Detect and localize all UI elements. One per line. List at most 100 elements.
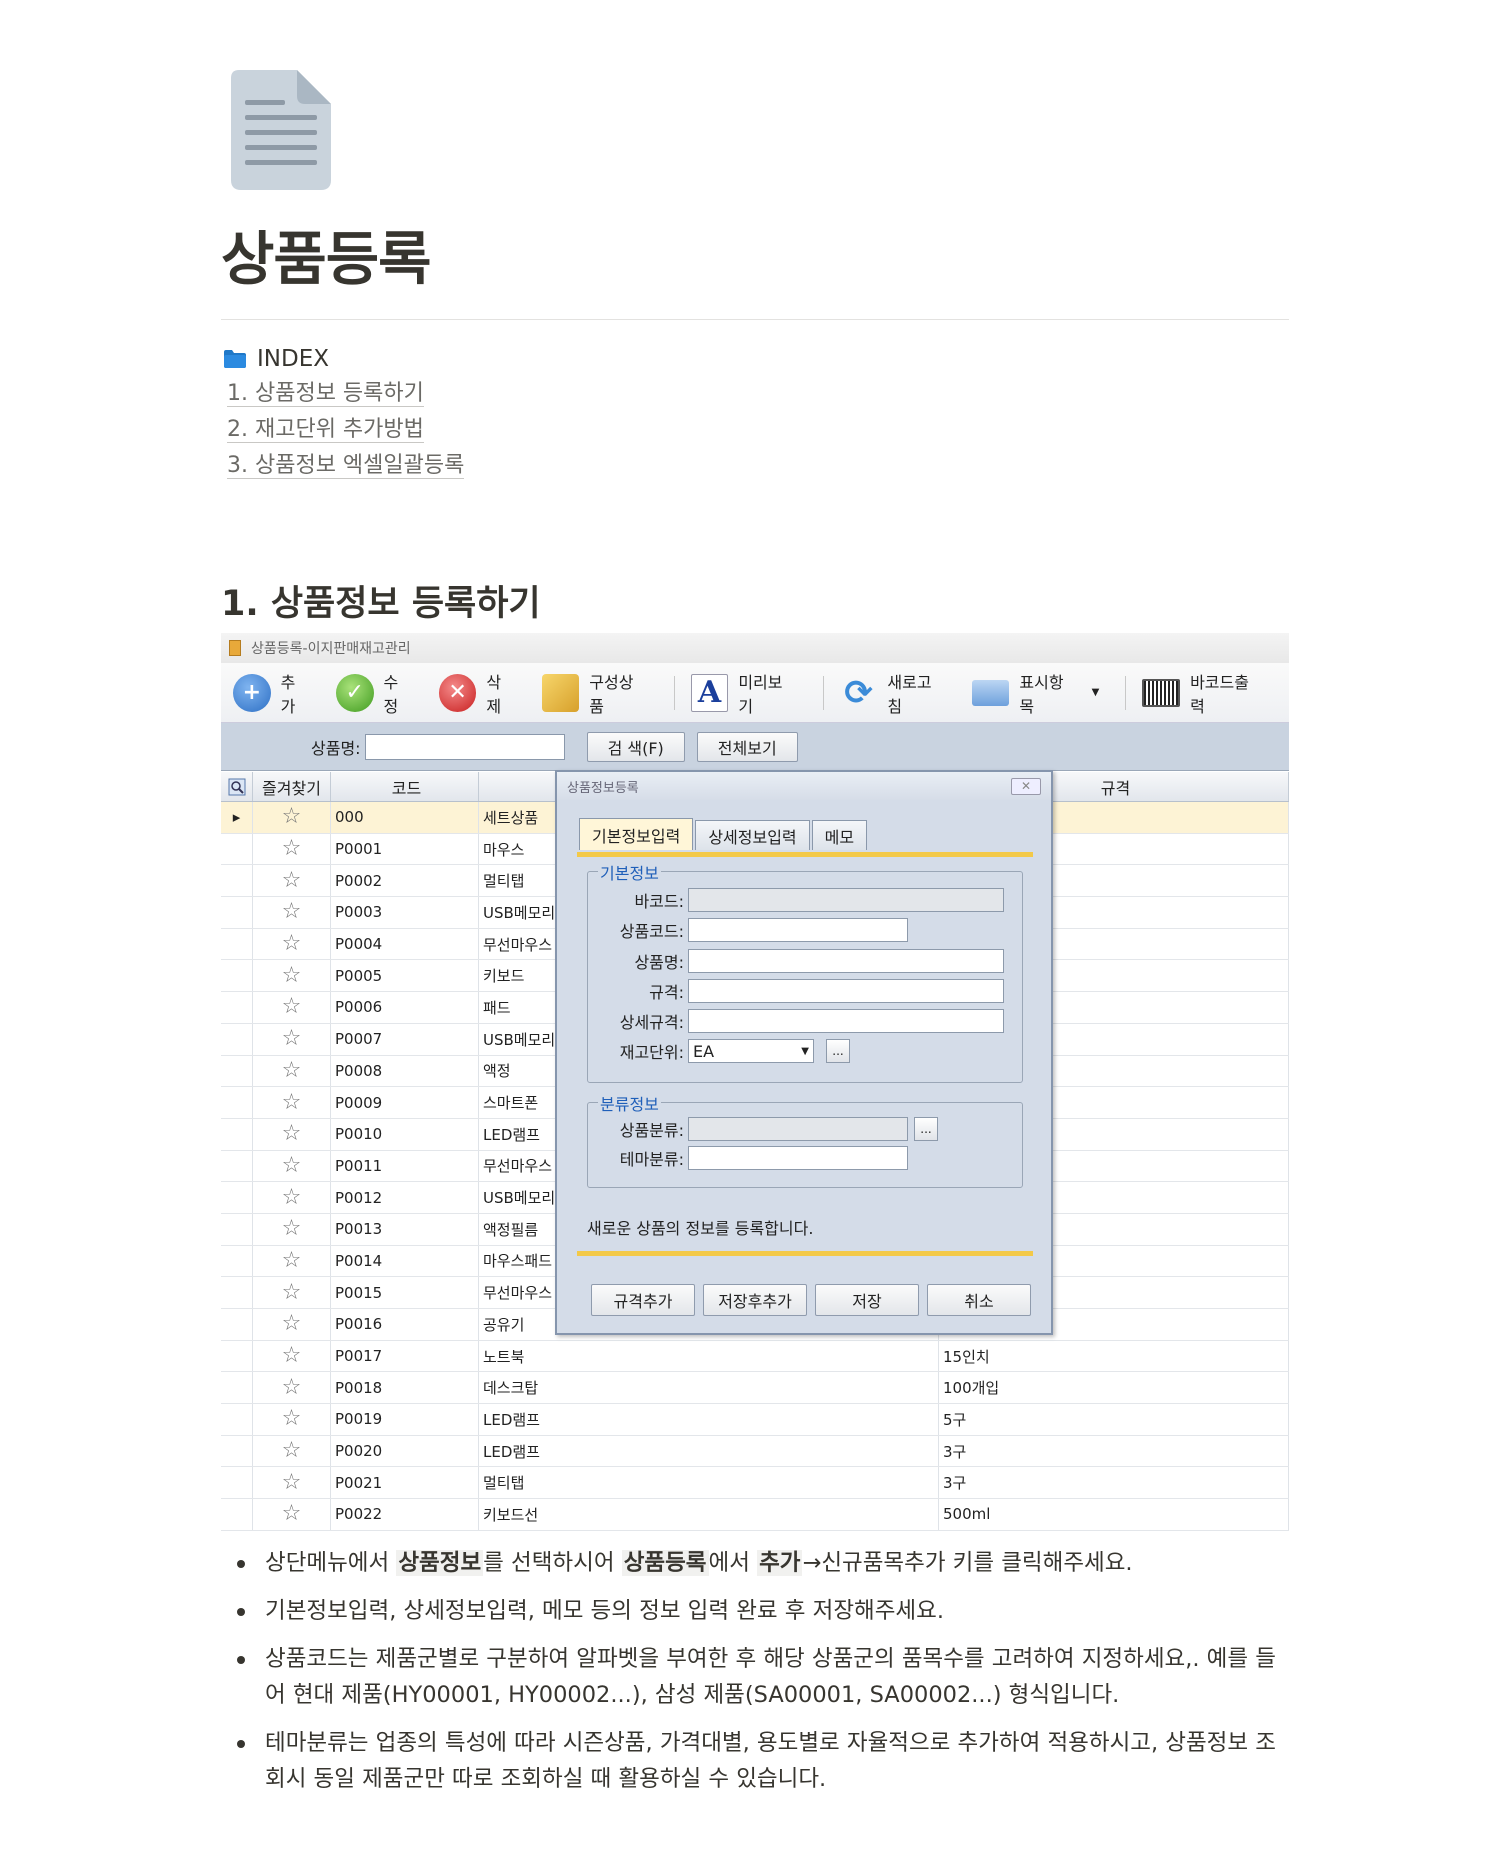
add-spec-button[interactable]: 규격추가	[591, 1284, 695, 1316]
document-icon	[231, 70, 331, 190]
favorite-star-icon[interactable]: ☆	[253, 1309, 331, 1340]
cancel-button[interactable]: 취소	[927, 1284, 1031, 1316]
favorite-star-icon[interactable]: ☆	[253, 992, 331, 1023]
save-button[interactable]: 저장	[815, 1284, 919, 1316]
basic-info-group: 기본정보 바코드: 상품코드: 상품명: 규격: 상세규격: 재고단위: EA ▼.…	[587, 860, 1023, 1083]
table-row[interactable]: ☆ P0017 노트북 15인치	[221, 1340, 1289, 1373]
show-all-button[interactable]: 전체보기	[696, 731, 798, 762]
delete-icon: ✕	[438, 673, 477, 712]
unit-label: 재고단위:	[619, 1043, 684, 1062]
add-button[interactable]: + 추가	[233, 669, 310, 717]
tab-detail-info[interactable]: 상세정보입력	[695, 820, 810, 850]
table-row[interactable]: ☆ P0020 LED램프 3구	[221, 1435, 1289, 1468]
index-label: INDEX	[257, 346, 329, 372]
chevron-down-icon: ▼	[1091, 687, 1100, 698]
edit-button[interactable]: ✓ 수정	[335, 669, 413, 717]
boxes-icon	[541, 673, 580, 712]
toc-link-3[interactable]: 3. 상품정보 엑셀일괄등록	[227, 448, 465, 484]
table-row[interactable]: ☆ P0019 LED램프 5구	[221, 1404, 1289, 1436]
columns-button[interactable]: 표시항목 ▼	[971, 669, 1100, 717]
save-and-add-button[interactable]: 저장후추가	[703, 1284, 807, 1316]
theme-label: 테마분류:	[619, 1150, 684, 1169]
cell-code: P0014	[331, 1245, 479, 1277]
favorite-star-icon[interactable]: ☆	[253, 1245, 331, 1277]
cell-code: P0016	[331, 1309, 479, 1340]
cell-spec: 100개입	[939, 1372, 1289, 1404]
favorite-star-icon[interactable]: ☆	[253, 1087, 331, 1118]
favorite-star-icon[interactable]: ☆	[253, 1435, 331, 1467]
cell-code: 000	[331, 802, 479, 833]
bundle-button[interactable]: 구성상품	[541, 669, 648, 717]
cell-code: P0003	[331, 897, 479, 928]
cell-code: P0011	[331, 1150, 479, 1182]
unit-more-button[interactable]: ...	[826, 1039, 850, 1063]
table-row[interactable]: ☆ P0018 데스크탑 100개입	[221, 1372, 1289, 1405]
favorite-star-icon[interactable]: ☆	[253, 897, 331, 928]
row-indicator	[221, 1087, 253, 1118]
search-button[interactable]: 검 색(F)	[586, 731, 685, 762]
refresh-button[interactable]: ⟳ 새로고침	[840, 669, 946, 717]
favorite-star-icon[interactable]: ☆	[253, 1150, 331, 1182]
cell-name: 키보드선	[479, 1499, 939, 1530]
preview-button[interactable]: A 미리보기	[690, 669, 797, 717]
cell-code: P0005	[331, 960, 479, 992]
header-favorite[interactable]: 즐겨찾기	[253, 772, 331, 801]
favorite-star-icon[interactable]: ☆	[253, 1118, 331, 1150]
toc-list: 1. 상품정보 등록하기 2. 재고단위 추가방법 3. 상품정보 엑셀일괄등록	[223, 376, 465, 484]
row-indicator	[221, 833, 253, 865]
favorite-star-icon[interactable]: ☆	[253, 865, 331, 897]
cell-code: P0004	[331, 928, 479, 960]
barcode-print-button[interactable]: 바코드출력	[1142, 669, 1263, 717]
row-indicator	[221, 1372, 253, 1404]
favorite-star-icon[interactable]: ☆	[253, 1499, 331, 1530]
detail-spec-field[interactable]	[688, 1009, 1004, 1033]
toc-link-1[interactable]: 1. 상품정보 등록하기	[227, 376, 464, 412]
delete-button[interactable]: ✕ 삭제	[438, 669, 516, 717]
row-indicator	[221, 865, 253, 897]
close-icon[interactable]: ✕	[1011, 777, 1041, 795]
app-icon	[229, 640, 241, 656]
dialog-status-text: 새로운 상품의 정보를 등록합니다.	[587, 1219, 814, 1238]
header-code[interactable]: 코드	[331, 772, 479, 801]
theme-field[interactable]	[688, 1146, 908, 1170]
refresh-icon: ⟳	[844, 672, 873, 713]
favorite-star-icon[interactable]: ☆	[253, 1277, 331, 1308]
toc-link-2[interactable]: 2. 재고단위 추가방법	[227, 412, 464, 448]
product-name-label: 상품명:	[634, 953, 684, 972]
spec-field[interactable]	[688, 979, 1004, 1003]
app-screenshot: 상품등록-이지판매재고관리 + 추가 ✓ 수정 ✕ 삭제 구성상품 A 미리보기…	[221, 633, 1289, 1533]
index-heading: INDEX	[223, 342, 464, 376]
grid-search-icon[interactable]	[221, 772, 253, 801]
cell-code: P0001	[331, 833, 479, 865]
tab-memo[interactable]: 메모	[811, 820, 868, 850]
category-more-button[interactable]: ...	[914, 1117, 938, 1141]
cell-name: 데스크탑	[479, 1372, 939, 1404]
product-name-input[interactable]	[364, 733, 565, 760]
table-row[interactable]: ☆ P0022 키보드선 500ml	[221, 1499, 1289, 1531]
table-row[interactable]: ☆ P0021 멀티탭 3구	[221, 1467, 1289, 1500]
favorite-star-icon[interactable]: ☆	[253, 1023, 331, 1055]
spec-label: 규격:	[649, 983, 684, 1002]
row-indicator	[221, 1023, 253, 1055]
favorite-star-icon[interactable]: ☆	[253, 1340, 331, 1372]
favorite-star-icon[interactable]: ☆	[253, 833, 331, 865]
cell-code: P0006	[331, 992, 479, 1023]
favorite-star-icon[interactable]: ☆	[253, 1213, 331, 1245]
product-code-field[interactable]	[688, 918, 908, 942]
folder-icon	[223, 349, 247, 369]
window-title: 상품등록-이지판매재고관리	[251, 641, 411, 657]
product-name-field[interactable]	[688, 949, 1004, 973]
favorite-star-icon[interactable]: ☆	[253, 802, 331, 833]
favorite-star-icon[interactable]: ☆	[253, 1055, 331, 1087]
unit-select[interactable]: EA ▼	[688, 1039, 814, 1063]
favorite-star-icon[interactable]: ☆	[253, 1372, 331, 1404]
favorite-star-icon[interactable]: ☆	[253, 1404, 331, 1435]
list-item: 기본정보입력, 상세정보입력, 메모 등의 정보 입력 완료 후 저장해주세요.	[221, 1593, 1289, 1629]
tab-basic-info[interactable]: 기본정보입력	[579, 818, 694, 850]
tab-panel: 기본정보 바코드: 상품코드: 상품명: 규격: 상세규격: 재고단위: EA ▼.…	[577, 852, 1033, 1256]
row-indicator	[221, 1277, 253, 1308]
favorite-star-icon[interactable]: ☆	[253, 1182, 331, 1213]
favorite-star-icon[interactable]: ☆	[253, 928, 331, 960]
favorite-star-icon[interactable]: ☆	[253, 960, 331, 992]
favorite-star-icon[interactable]: ☆	[253, 1467, 331, 1499]
